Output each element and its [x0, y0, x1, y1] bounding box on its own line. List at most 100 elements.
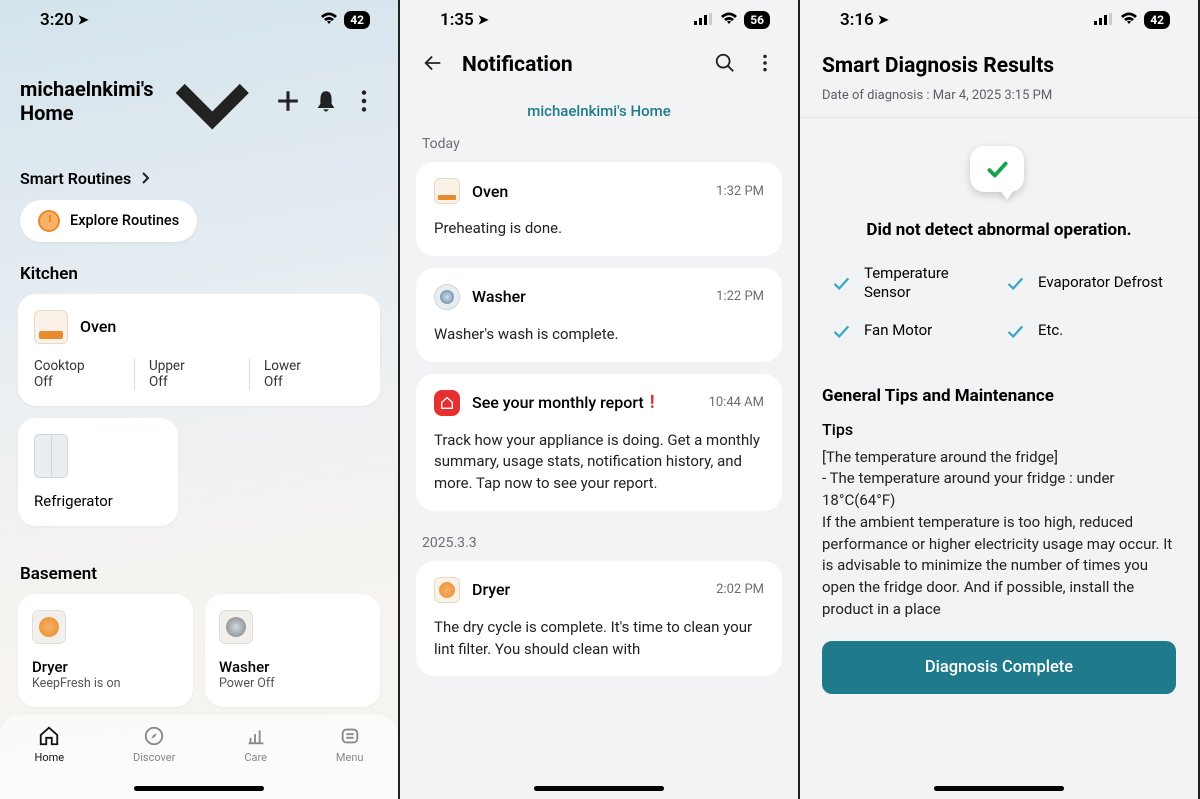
check-icon: [830, 272, 852, 294]
chevron-down-icon: [161, 50, 264, 153]
add-button[interactable]: [274, 87, 302, 115]
clock-icon: [38, 210, 60, 232]
dryer-status: KeepFresh is on: [32, 676, 179, 691]
battery-level: 42: [1144, 11, 1170, 29]
chevron-right-icon: [139, 171, 153, 185]
diagnosis-complete-button[interactable]: Diagnosis Complete: [822, 641, 1176, 694]
check-etc: Etc.: [1004, 320, 1168, 342]
notification-header: Notification: [400, 36, 798, 92]
check-icon: [984, 156, 1010, 182]
tips-body: [The temperature around the fridge] - Th…: [800, 447, 1198, 635]
diagnosis-screen: 3:16 ➤ 42 Smart Diagnosis Results Date o…: [800, 0, 1200, 799]
notification-title-text: See your monthly report !: [472, 392, 697, 413]
notification-washer[interactable]: Washer 1:22 PM Washer's wash is complete…: [416, 268, 782, 362]
today-label: Today: [400, 136, 798, 162]
dryer-card[interactable]: Dryer KeepFresh is on: [18, 594, 193, 707]
tab-care-label: Care: [244, 751, 267, 764]
notifications-button[interactable]: [312, 87, 340, 115]
signal-icon: [1094, 10, 1114, 30]
check-temperature-sensor: Temperature Sensor: [830, 264, 994, 302]
wifi-icon: [320, 10, 338, 30]
refrigerator-card[interactable]: Refrigerator: [18, 418, 178, 526]
home-screen: 3:20 ➤ 42 michaelnkimi's Home: [0, 0, 400, 799]
home-header: michaelnkimi's Home: [0, 36, 398, 163]
alert-icon: !: [650, 392, 655, 413]
signal-icon: [694, 10, 714, 30]
notification-screen: 1:35 ➤ 56 Notification michaelnkimi's Ho…: [400, 0, 800, 799]
check-fan-motor: Fan Motor: [830, 320, 994, 342]
oven-icon: [434, 178, 460, 204]
smart-routines-header[interactable]: Smart Routines: [20, 163, 378, 200]
notification-time: 1:32 PM: [716, 184, 764, 199]
dryer-icon: [32, 610, 66, 644]
status-bar: 3:20 ➤ 42: [0, 0, 398, 36]
status-time: 3:16: [840, 10, 874, 30]
status-bar: 3:16 ➤ 42: [800, 0, 1198, 36]
notification-time: 2:02 PM: [716, 582, 764, 597]
home-filter-link[interactable]: michaelnkimi's Home: [400, 92, 798, 136]
oven-col-upper: Upper Off: [135, 358, 250, 390]
notification-body: Track how your appliance is doing. Get a…: [434, 430, 764, 495]
check-icon: [830, 320, 852, 342]
notification-report[interactable]: See your monthly report ! 10:44 AM Track…: [416, 374, 782, 511]
tab-discover[interactable]: Discover: [133, 725, 175, 764]
search-button[interactable]: [714, 52, 736, 78]
washer-name: Washer: [219, 658, 366, 676]
tab-home[interactable]: Home: [34, 725, 64, 764]
diagnosis-checks: Temperature Sensor Evaporator Defrost Fa…: [800, 264, 1198, 372]
notification-time: 10:44 AM: [709, 395, 764, 410]
washer-card[interactable]: Washer Power Off: [205, 594, 380, 707]
status-bar: 1:35 ➤ 56: [400, 0, 798, 36]
tab-care[interactable]: Care: [244, 725, 267, 764]
oven-col-cooktop: Cooktop Off: [34, 358, 135, 390]
oven-col-lower: Lower Off: [250, 358, 364, 390]
home-indicator[interactable]: [534, 786, 664, 791]
result-message: Did not detect abnormal operation.: [800, 220, 1198, 264]
smart-routines-section: Smart Routines Explore Routines: [0, 163, 398, 242]
routines-heading-text: Smart Routines: [20, 169, 131, 188]
back-button[interactable]: [422, 52, 444, 78]
status-time: 3:20: [40, 10, 74, 30]
result-icon: [970, 146, 1028, 204]
search-icon: [714, 52, 736, 74]
tab-menu-label: Menu: [336, 751, 364, 764]
kitchen-section-label: Kitchen: [0, 242, 398, 294]
notification-title-text: Washer: [472, 287, 704, 306]
dryer-icon: [434, 577, 460, 603]
refrigerator-name: Refrigerator: [34, 492, 162, 510]
notification-title-text: Oven: [472, 182, 704, 201]
tips-heading: General Tips and Maintenance: [800, 372, 1198, 420]
stats-icon: [245, 725, 267, 747]
chip-label: Explore Routines: [70, 212, 179, 229]
battery-level: 42: [344, 11, 370, 29]
more-menu-button[interactable]: [350, 87, 378, 115]
explore-routines-chip[interactable]: Explore Routines: [20, 200, 197, 242]
home-indicator[interactable]: [134, 786, 264, 791]
bell-icon: [312, 87, 340, 115]
washer-icon: [219, 610, 253, 644]
notification-body: Washer's wash is complete.: [434, 324, 764, 346]
oven-name: Oven: [80, 317, 116, 336]
washer-status: Power Off: [219, 676, 366, 691]
diagnosis-date: Date of diagnosis : Mar 4, 2025 3:15 PM: [800, 88, 1198, 118]
notification-body: The dry cycle is complete. It's time to …: [434, 617, 764, 661]
check-icon: [1004, 272, 1026, 294]
tab-menu[interactable]: Menu: [336, 725, 364, 764]
home-title-text: michaelnkimi's Home: [20, 77, 153, 125]
more-menu-button[interactable]: [754, 52, 776, 78]
arrow-left-icon: [422, 52, 444, 74]
notification-dryer[interactable]: Dryer 2:02 PM The dry cycle is complete.…: [416, 561, 782, 677]
battery-level: 56: [744, 11, 770, 29]
oven-card[interactable]: Oven Cooktop Off Upper Off Lower Off: [18, 294, 380, 406]
basement-section-label: Basement: [0, 542, 398, 594]
dryer-name: Dryer: [32, 658, 179, 676]
home-title-dropdown[interactable]: michaelnkimi's Home: [20, 50, 264, 153]
menu-icon: [339, 725, 361, 747]
check-icon: [1004, 320, 1026, 342]
dots-vertical-icon: [350, 87, 378, 115]
tips-subheading: Tips: [800, 420, 1198, 447]
home-indicator[interactable]: [934, 786, 1064, 791]
notification-oven[interactable]: Oven 1:32 PM Preheating is done.: [416, 162, 782, 256]
washer-icon: [434, 284, 460, 310]
oven-icon: [34, 310, 68, 344]
